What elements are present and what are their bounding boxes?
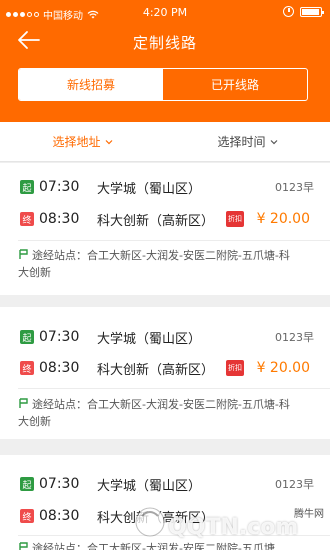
start-place: 大学城（蜀山区） xyxy=(97,181,202,197)
chevron-down-icon xyxy=(270,139,277,144)
end-tag: 终 xyxy=(20,212,34,226)
route-tabs: 新线招募 已开线路 xyxy=(18,68,308,101)
watermark-brand: QQTN.com xyxy=(168,515,299,540)
start-time: 07:30 xyxy=(39,476,80,492)
page-title: 定制线路 xyxy=(132,34,197,52)
divider xyxy=(18,388,330,389)
start-place: 大学城（蜀山区） xyxy=(97,331,202,347)
time-filter[interactable]: 选择时间 xyxy=(165,122,330,161)
filter-bar: 选择地址 选择时间 xyxy=(0,122,330,162)
tab-open-routes[interactable]: 已开线路 xyxy=(163,69,307,100)
address-filter[interactable]: 选择地址 xyxy=(0,122,165,161)
divider xyxy=(18,240,330,241)
watermark-text: 腾牛网 xyxy=(294,509,324,520)
discount-badge: 折扣 xyxy=(226,360,244,376)
chevron-down-icon xyxy=(105,139,112,144)
end-time: 08:30 xyxy=(39,360,80,376)
end-time: 08:30 xyxy=(39,508,80,524)
start-tag: 起 xyxy=(20,180,34,194)
bus-stop-icon xyxy=(19,398,28,408)
route-code: 0123早 xyxy=(275,331,314,344)
start-tag: 起 xyxy=(20,330,34,344)
battery-icon xyxy=(300,6,324,17)
price: ¥ 20.00 xyxy=(256,211,310,227)
route-card[interactable]: 起 07:30 大学城（蜀山区） 0123早 终 08:30 科大创新（高新区）… xyxy=(0,307,330,439)
end-place: 科大创新（高新区） xyxy=(97,362,215,378)
status-bar: 中国移动 4:20 PM xyxy=(0,0,330,26)
start-time: 07:30 xyxy=(39,329,80,345)
end-place: 科大创新（高新区） xyxy=(97,213,215,229)
bus-stop-icon xyxy=(19,249,28,259)
header: 中国移动 4:20 PM 定制线路 新线招募 已开线路 xyxy=(0,0,330,122)
stops-label: 途经站点： xyxy=(32,249,87,262)
discount-badge: 折扣 xyxy=(226,211,244,227)
start-tag: 起 xyxy=(20,477,34,491)
stops-text: 途经站点：合工大新区-大润发-安医二附院-五爪塘-科大创新 xyxy=(18,247,298,281)
stops-label: 途经站点： xyxy=(32,542,87,550)
start-time: 07:30 xyxy=(39,179,80,195)
price: ¥ 20.00 xyxy=(256,360,310,376)
status-time: 4:20 PM xyxy=(142,6,188,19)
alarm-icon xyxy=(283,6,294,17)
tab-new-routes[interactable]: 新线招募 xyxy=(19,69,163,100)
time-filter-label: 选择时间 xyxy=(217,135,266,149)
route-card[interactable]: 起 07:30 大学城（蜀山区） 0123早 终 08:30 科大创新（高新区）… xyxy=(0,163,330,295)
stops-text: 途经站点：合工大新区-大润发-安医二附院-五爪塘-科大创新 xyxy=(18,396,298,430)
address-filter-label: 选择地址 xyxy=(52,135,101,149)
bus-stop-icon xyxy=(19,542,28,550)
end-tag: 终 xyxy=(20,509,34,523)
end-time: 08:30 xyxy=(39,211,80,227)
end-tag: 终 xyxy=(20,361,34,375)
route-code: 0123早 xyxy=(275,181,314,194)
stops-label: 途经站点： xyxy=(32,398,87,411)
